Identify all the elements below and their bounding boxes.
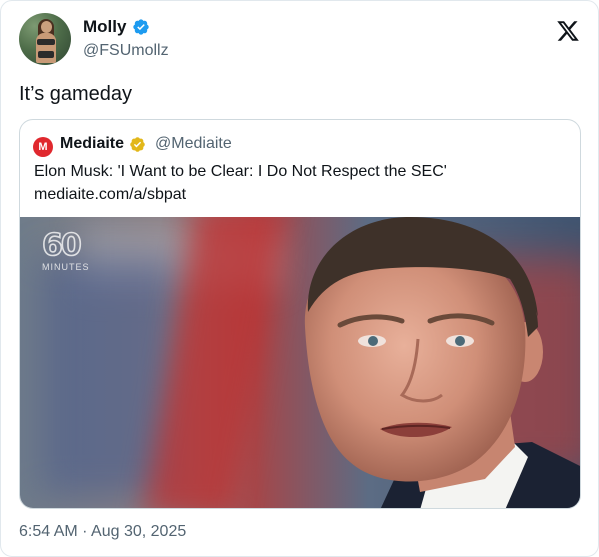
verified-badge-icon bbox=[133, 19, 150, 35]
tweet-timestamp[interactable]: 6:54 AM · Aug 30, 2025 bbox=[19, 523, 186, 541]
author-handle[interactable]: @FSUmollz bbox=[83, 42, 169, 60]
mediaite-logo-icon[interactable]: M bbox=[33, 137, 53, 157]
60-minutes-logo: 60 MINUTES bbox=[41, 228, 90, 272]
x-logo-icon[interactable] bbox=[556, 19, 580, 43]
author-display-name[interactable]: Molly bbox=[83, 17, 126, 37]
author-avatar[interactable] bbox=[19, 13, 71, 65]
quote-link[interactable]: mediaite.com/a/sbpat bbox=[34, 186, 186, 204]
quote-text: Elon Musk: 'I Want to be Clear: I Do Not… bbox=[34, 163, 447, 180]
author-name-row[interactable]: Molly bbox=[83, 17, 150, 37]
interviewee-portrait bbox=[304, 217, 580, 508]
tweet-text: It’s gameday bbox=[19, 83, 133, 105]
quote-name-row[interactable]: Mediaite @Mediaite bbox=[60, 135, 232, 153]
quote-media-image[interactable]: 60 MINUTES bbox=[20, 217, 580, 508]
gold-verified-badge-icon bbox=[130, 136, 145, 152]
quote-display-name[interactable]: Mediaite bbox=[60, 135, 124, 153]
quoted-tweet[interactable]: M Mediaite @Mediaite Elon Musk: 'I Want … bbox=[19, 119, 581, 509]
tweet-card: Molly @FSUmollz It’s gameday M Mediaite … bbox=[0, 0, 599, 557]
quote-handle[interactable]: @Mediaite bbox=[155, 135, 232, 153]
